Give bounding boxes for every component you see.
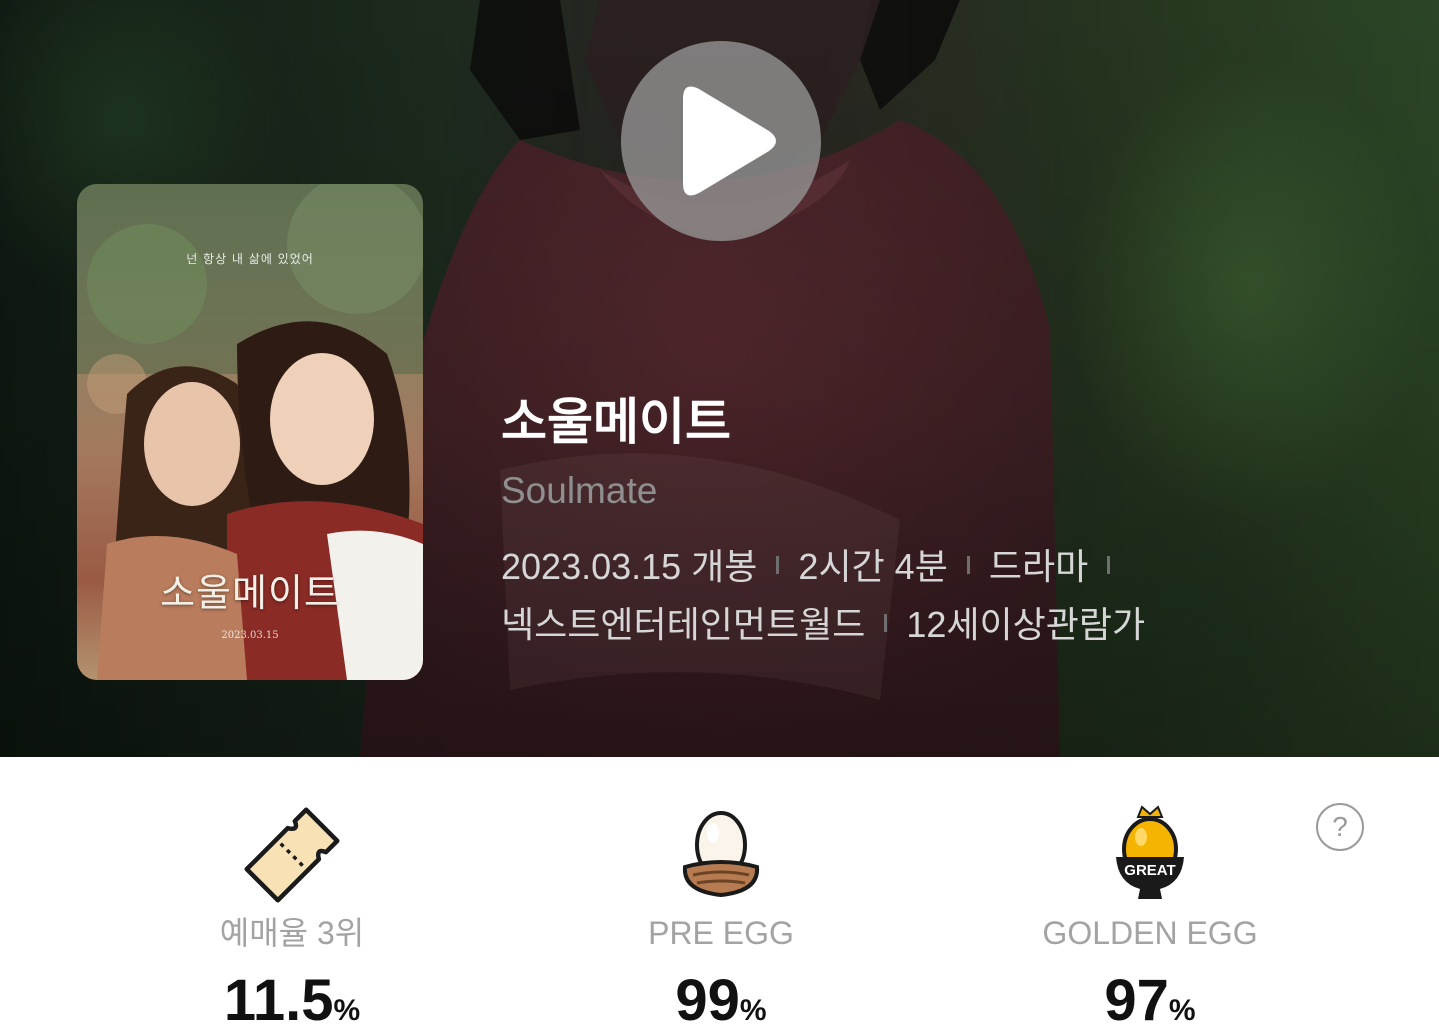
play-icon	[683, 86, 776, 196]
movie-english-title: Soulmate	[501, 470, 658, 511]
stat-unit: %	[739, 994, 767, 1027]
movie-stats: 예매율 3위 11.5% PRE EGG 99% GREAT GOLDEN EG…	[0, 757, 1439, 1034]
movie-poster[interactable]: 넌 항상 내 삶에 있었어 소울메이트 2023.03.15	[77, 184, 423, 680]
stat-number: 99	[675, 968, 740, 1033]
stat-label: 예매율 3위	[219, 915, 365, 951]
poster-title: 소울메이트	[160, 571, 340, 615]
stat-number: 97	[1104, 968, 1169, 1033]
help-icon[interactable]: ?	[1316, 803, 1364, 851]
meta-divider	[884, 614, 888, 632]
stat-number: 11.5	[223, 968, 334, 1033]
poster-tagline: 넌 항상 내 삶에 있었어	[186, 252, 314, 266]
movie-hero: 넌 항상 내 삶에 있었어 소울메이트 2023.03.15 소울메이트 Sou…	[0, 0, 1439, 757]
meta-divider	[966, 556, 970, 574]
play-trailer-button[interactable]	[621, 41, 821, 241]
poster-date: 2023.03.15	[221, 630, 279, 641]
genre: 드라마	[988, 546, 1089, 587]
golden-egg-icon: GREAT	[1116, 805, 1184, 899]
age-rating: 12세이상관람가	[906, 604, 1146, 645]
great-badge: GREAT	[1124, 862, 1175, 879]
runtime: 2시간 4분	[798, 546, 948, 587]
stat-value: 97%	[950, 967, 1350, 1034]
movie-title: 소울메이트	[501, 394, 731, 450]
release-date: 2023.03.15 개봉	[501, 546, 758, 587]
movie-meta-line-1: 2023.03.15 개봉 2시간 4분 드라마	[501, 538, 1401, 596]
movie-info: 소울메이트 Soulmate 2023.03.15 개봉 2시간 4분 드라마 넥스…	[501, 390, 1401, 654]
stat-value: 99%	[521, 967, 921, 1034]
distributor: 넥스트엔터테인먼트월드	[501, 604, 866, 645]
meta-divider	[776, 556, 780, 574]
ticket-icon	[244, 807, 340, 903]
movie-meta-line-2: 넥스트엔터테인먼트월드 12세이상관람가	[501, 596, 1401, 654]
stat-value: 11.5%	[92, 967, 492, 1034]
egg-nest-icon	[682, 811, 760, 898]
stat-unit: %	[1168, 994, 1196, 1027]
stat-label: PRE EGG	[648, 915, 794, 951]
meta-divider	[1107, 556, 1111, 574]
stat-label: GOLDEN EGG	[1042, 915, 1258, 951]
stat-unit: %	[333, 994, 361, 1027]
